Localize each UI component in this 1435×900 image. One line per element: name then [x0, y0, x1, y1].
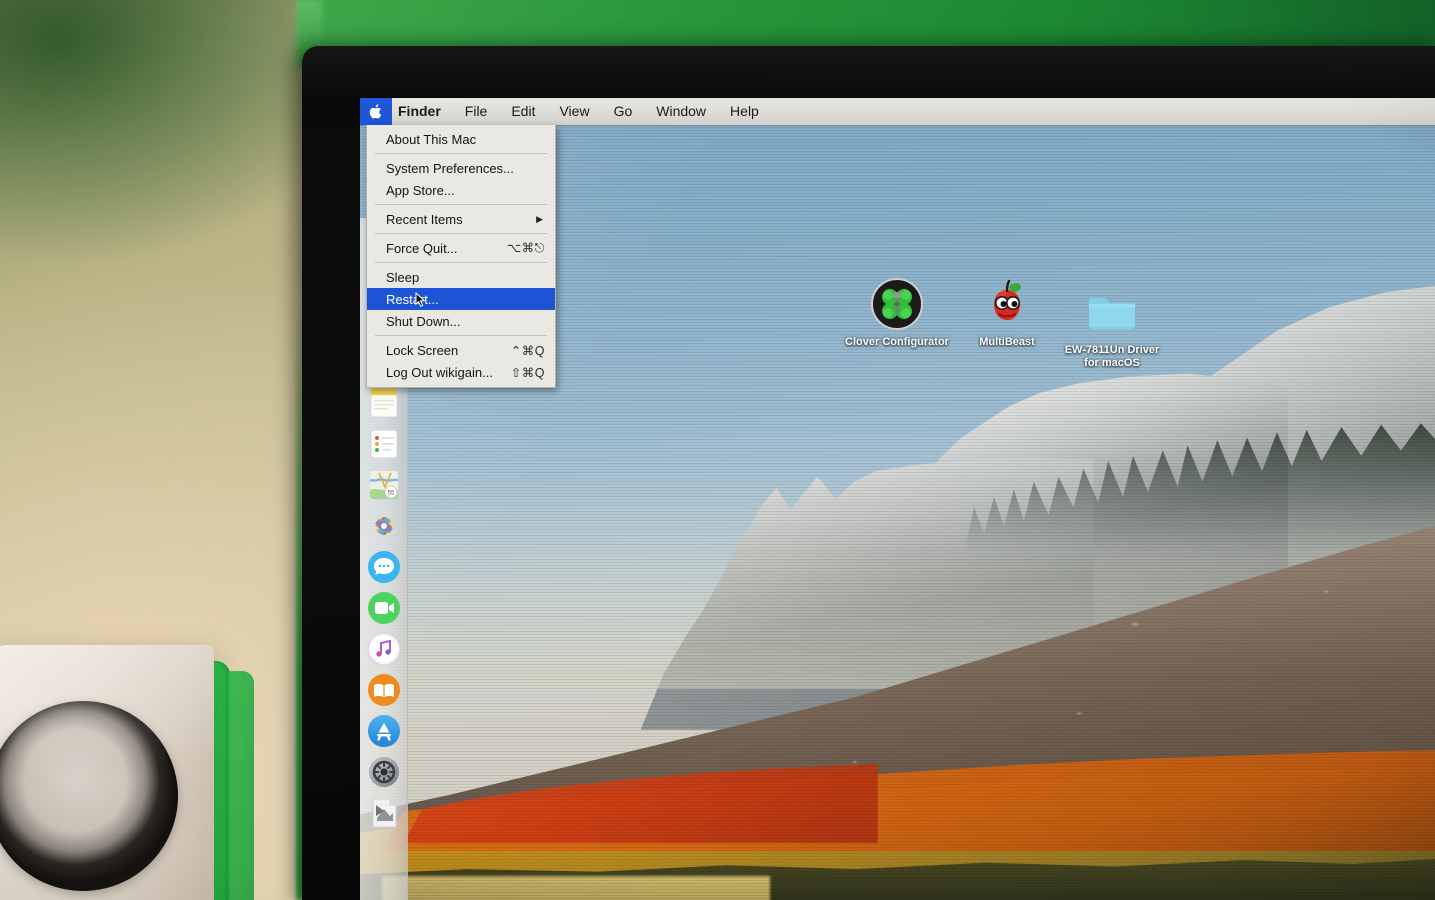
menu-option-restart[interactable]: Restart...: [367, 288, 555, 310]
desktop-icon-multibeast[interactable]: MultiBeast: [955, 276, 1059, 349]
menu-option-label: Force Quit...: [386, 240, 458, 256]
dock-item-preview-document[interactable]: [367, 796, 401, 830]
menu-option-label: Lock Screen: [386, 342, 459, 358]
apple-menu-button[interactable]: [360, 98, 392, 125]
monitor: Clover Configurator MultiBeast EW-7811Un…: [302, 46, 1435, 900]
menu-option-lock-screen[interactable]: Lock Screen ⌃⌘Q: [367, 339, 555, 361]
dock-item-messages[interactable]: [367, 550, 401, 584]
menu-option-system-preferences[interactable]: System Preferences...: [367, 157, 555, 179]
desktop-speaker: [0, 645, 268, 900]
dock-item-ibooks[interactable]: [367, 673, 401, 707]
monitor-bezel-gloss: [302, 46, 1435, 96]
menu-option-shut-down[interactable]: Shut Down...: [367, 310, 555, 332]
menu-option-log-out[interactable]: Log Out wikigain... ⇧⌘Q: [367, 361, 555, 383]
menu-item-edit[interactable]: Edit: [499, 98, 547, 125]
speaker-green-panel-back: [228, 671, 254, 900]
screen: Clover Configurator MultiBeast EW-7811Un…: [360, 98, 1435, 900]
desktop-icon-ew7811un-folder[interactable]: EW-7811Un Driver for macOS: [1060, 284, 1164, 370]
dock-item-photos[interactable]: [367, 509, 401, 543]
menu-item-view[interactable]: View: [547, 98, 601, 125]
menu-item-go[interactable]: Go: [602, 98, 645, 125]
menu-option-sleep[interactable]: Sleep: [367, 266, 555, 288]
menu-option-app-store[interactable]: App Store...: [367, 179, 555, 201]
menu-separator: [375, 335, 547, 336]
submenu-arrow-icon: ▶: [536, 213, 543, 224]
menu-item-finder[interactable]: Finder: [392, 98, 453, 125]
dock-item-notes[interactable]: [367, 386, 401, 420]
desktop-icon-clover-configurator[interactable]: Clover Configurator: [845, 276, 949, 349]
mouse-cursor-icon: [415, 291, 426, 308]
menu-option-label: About This Mac: [386, 131, 477, 147]
dock-item-maps[interactable]: 55: [367, 468, 401, 502]
desktop-icon-label: MultiBeast: [979, 336, 1035, 348]
dock-item-reminders[interactable]: [367, 427, 401, 461]
menu-option-label: Recent Items: [386, 211, 463, 227]
menu-option-label: App Store...: [386, 182, 455, 198]
menu-option-label: Sleep: [386, 269, 420, 285]
apple-logo-icon: [369, 104, 381, 119]
apple-dropdown-menu[interactable]: About This Mac System Preferences... App…: [366, 125, 556, 388]
dock-item-facetime[interactable]: [367, 591, 401, 625]
dock-item-app-store[interactable]: [367, 714, 401, 748]
desktop-icon-label: Clover Configurator: [845, 336, 949, 348]
menu-option-shortcut: ⌃⌘Q: [510, 343, 545, 358]
folder-icon: [1084, 284, 1140, 340]
menu-item-file[interactable]: File: [453, 98, 500, 125]
menu-separator: [375, 233, 547, 234]
svg-text:55: 55: [387, 491, 394, 497]
menu-option-shortcut: ⇧⌘Q: [510, 365, 545, 380]
menu-option-label: System Preferences...: [386, 160, 514, 176]
menu-option-label: Log Out wikigain...: [386, 364, 493, 380]
dock-item-system-preferences[interactable]: [367, 755, 401, 789]
speaker-dust-cap: [30, 743, 138, 851]
photo-scene: Clover Configurator MultiBeast EW-7811Un…: [0, 0, 1435, 900]
dock-item-itunes[interactable]: [367, 632, 401, 666]
menu-option-force-quit[interactable]: Force Quit... ⌥⌘⎋: [367, 237, 555, 259]
menu-separator: [375, 262, 547, 263]
menu-option-recent-items[interactable]: Recent Items ▶: [367, 208, 555, 230]
multibeast-apple-icon: [979, 276, 1035, 332]
menu-separator: [375, 153, 547, 154]
menu-option-label: Restart...: [386, 291, 439, 307]
desktop-icon-label: EW-7811Un Driver for macOS: [1064, 344, 1160, 369]
menu-item-window[interactable]: Window: [644, 98, 718, 125]
clover-configurator-icon: [869, 276, 925, 332]
menu-option-about-this-mac[interactable]: About This Mac: [367, 128, 555, 150]
menu-option-shortcut: ⌥⌘⎋: [506, 241, 545, 255]
menu-bar[interactable]: Finder File Edit View Go Window Help: [360, 98, 1435, 125]
menu-separator: [375, 204, 547, 205]
menu-item-help[interactable]: Help: [718, 98, 771, 125]
menu-option-label: Shut Down...: [386, 313, 461, 329]
